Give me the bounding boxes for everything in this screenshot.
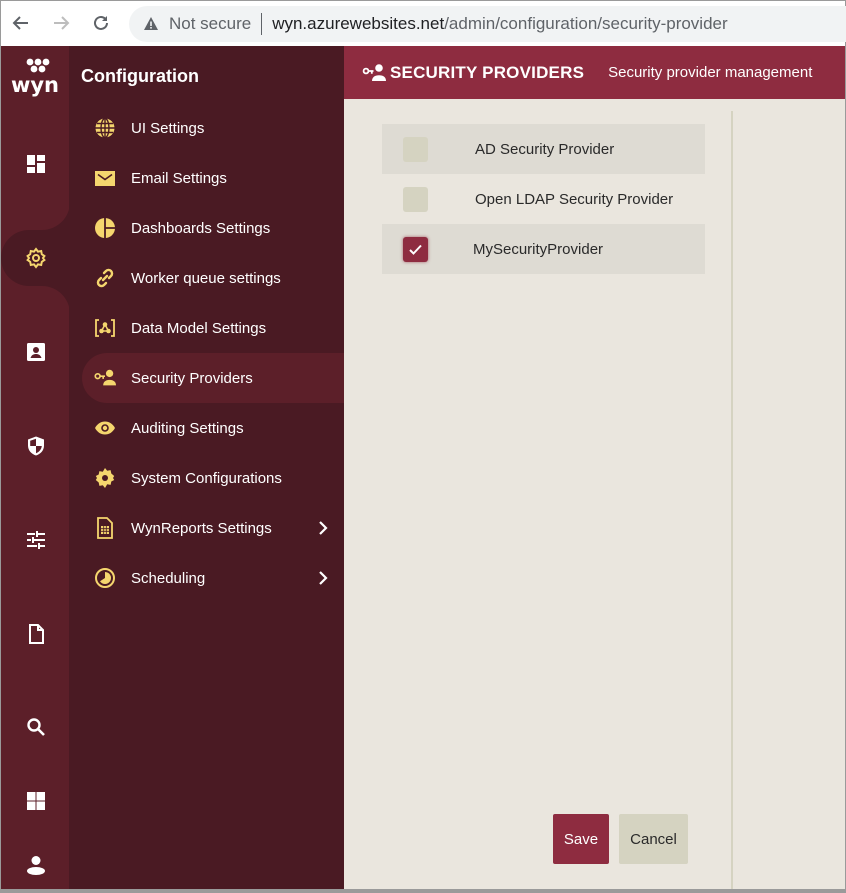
page-title: SECURITY PROVIDERS: [390, 62, 585, 82]
security-provider-list: AD Security Provider Open LDAP Security …: [382, 124, 705, 274]
rail-item-settings-sliders[interactable]: [1, 512, 70, 568]
provider-checkbox[interactable]: [403, 187, 428, 212]
rail-item-apps[interactable]: [1, 773, 70, 829]
globe-icon: [93, 116, 117, 140]
window-border: [0, 889, 846, 893]
menu-item-scheduling[interactable]: Scheduling: [82, 553, 344, 603]
menu-item-wynreports-settings[interactable]: WynReports Settings: [82, 503, 344, 553]
page-subtitle: Security provider management: [608, 64, 813, 81]
rail-item-documents[interactable]: [1, 606, 70, 662]
menu-item-system-configurations[interactable]: System Configurations: [82, 453, 344, 503]
menu-item-label: Email Settings: [131, 169, 227, 187]
rail-item-contacts[interactable]: [1, 324, 70, 380]
arrow-left-icon: [12, 16, 28, 30]
menu-item-label: Security Providers: [131, 369, 253, 387]
menu-item-label: UI Settings: [131, 119, 205, 137]
provider-row-ad[interactable]: AD Security Provider: [382, 124, 705, 174]
menu-item-label: Worker queue settings: [131, 269, 281, 287]
data-model-icon: [93, 316, 117, 340]
reload-button[interactable]: [87, 9, 115, 37]
address-bar[interactable]: Not secure wyn.azurewebsites.net/admin/c…: [129, 6, 846, 42]
envelope-icon: [93, 166, 117, 190]
link-icon: [93, 266, 117, 290]
back-button[interactable]: [7, 9, 35, 37]
menu-item-ui-settings[interactable]: UI Settings: [82, 103, 344, 153]
provider-row-mysecurityprovider[interactable]: MySecurityProvider: [382, 224, 705, 274]
svg-text:wyn: wyn: [11, 73, 59, 97]
menu-item-worker-queue-settings[interactable]: Worker queue settings: [82, 253, 344, 303]
icon-rail: wyn: [0, 46, 70, 889]
forward-button[interactable]: [47, 9, 75, 37]
app-root: wyn Configuration UI Settings Email Sett…: [0, 46, 846, 893]
reload-icon: [94, 15, 108, 30]
menu-item-label: WynReports Settings: [131, 519, 272, 537]
pie-chart-icon: [93, 216, 117, 240]
rail-active-curve-top: [42, 202, 70, 230]
cog-icon: [93, 466, 117, 490]
sliders-icon: [26, 531, 45, 549]
menu-item-email-settings[interactable]: Email Settings: [82, 153, 344, 203]
provider-label: AD Security Provider: [475, 140, 615, 158]
menu-item-label: Data Model Settings: [131, 319, 267, 337]
main-content: SECURITY PROVIDERS Security provider man…: [344, 46, 846, 889]
url-host: wyn.azurewebsites.net: [272, 14, 445, 33]
shield-icon: [27, 436, 44, 456]
menu-item-label: Dashboards Settings: [131, 219, 271, 237]
clock-icon: [93, 566, 117, 590]
key-user-icon: [362, 63, 386, 81]
url-path: /admin/configuration/security-provider: [444, 14, 728, 33]
save-button[interactable]: Save: [553, 814, 609, 864]
warning-icon: [144, 17, 158, 30]
rail-active-curve-bottom: [42, 286, 70, 314]
rail-item-configuration[interactable]: [1, 230, 70, 286]
menu-item-label: System Configurations: [131, 469, 282, 487]
provider-label: Open LDAP Security Provider: [475, 190, 674, 208]
checkmark-icon: [409, 244, 422, 255]
menu-item-label: Scheduling: [131, 569, 206, 587]
gear-icon: [25, 247, 46, 269]
provider-checkbox[interactable]: [403, 237, 428, 262]
menu-item-auditing-settings[interactable]: Auditing Settings: [82, 403, 344, 453]
key-user-icon: [93, 366, 117, 390]
wyn-logo[interactable]: wyn: [7, 56, 63, 104]
chevron-right-icon: [319, 521, 328, 535]
eye-icon: [93, 416, 117, 440]
arrow-right-icon: [54, 16, 70, 30]
menu-item-label: Auditing Settings: [131, 419, 244, 437]
report-sheet-icon: [93, 516, 117, 540]
dashboard-icon: [26, 155, 45, 173]
security-status: Not secure: [169, 14, 252, 33]
configuration-menu: Configuration UI Settings Email Settings…: [69, 46, 344, 889]
menu-title: Configuration: [81, 66, 199, 86]
provider-label: MySecurityProvider: [473, 240, 604, 258]
page-header: SECURITY PROVIDERS Security provider man…: [344, 46, 845, 99]
chevron-right-icon: [319, 571, 328, 585]
provider-checkbox[interactable]: [403, 137, 428, 162]
apps-grid-icon: [26, 792, 45, 810]
rail-item-security[interactable]: [1, 418, 70, 474]
rail-item-search[interactable]: [1, 699, 70, 755]
contact-card-icon: [26, 343, 45, 361]
rail-item-user[interactable]: [1, 837, 70, 893]
menu-item-data-model-settings[interactable]: Data Model Settings: [82, 303, 344, 353]
user-icon: [26, 856, 45, 875]
url-text: wyn.azurewebsites.net/admin/configuratio…: [272, 14, 727, 34]
cancel-button[interactable]: Cancel: [619, 814, 688, 864]
menu-item-security-providers[interactable]: Security Providers: [82, 353, 344, 403]
menu-item-dashboards-settings[interactable]: Dashboards Settings: [82, 203, 344, 253]
search-icon: [26, 718, 45, 736]
omnibox-separator: [261, 13, 263, 35]
panel-divider: [731, 111, 733, 889]
document-icon: [28, 624, 44, 644]
rail-item-dashboards[interactable]: [1, 136, 70, 192]
provider-row-open-ldap[interactable]: Open LDAP Security Provider: [382, 174, 705, 224]
browser-toolbar: Not secure wyn.azurewebsites.net/admin/c…: [0, 0, 846, 46]
